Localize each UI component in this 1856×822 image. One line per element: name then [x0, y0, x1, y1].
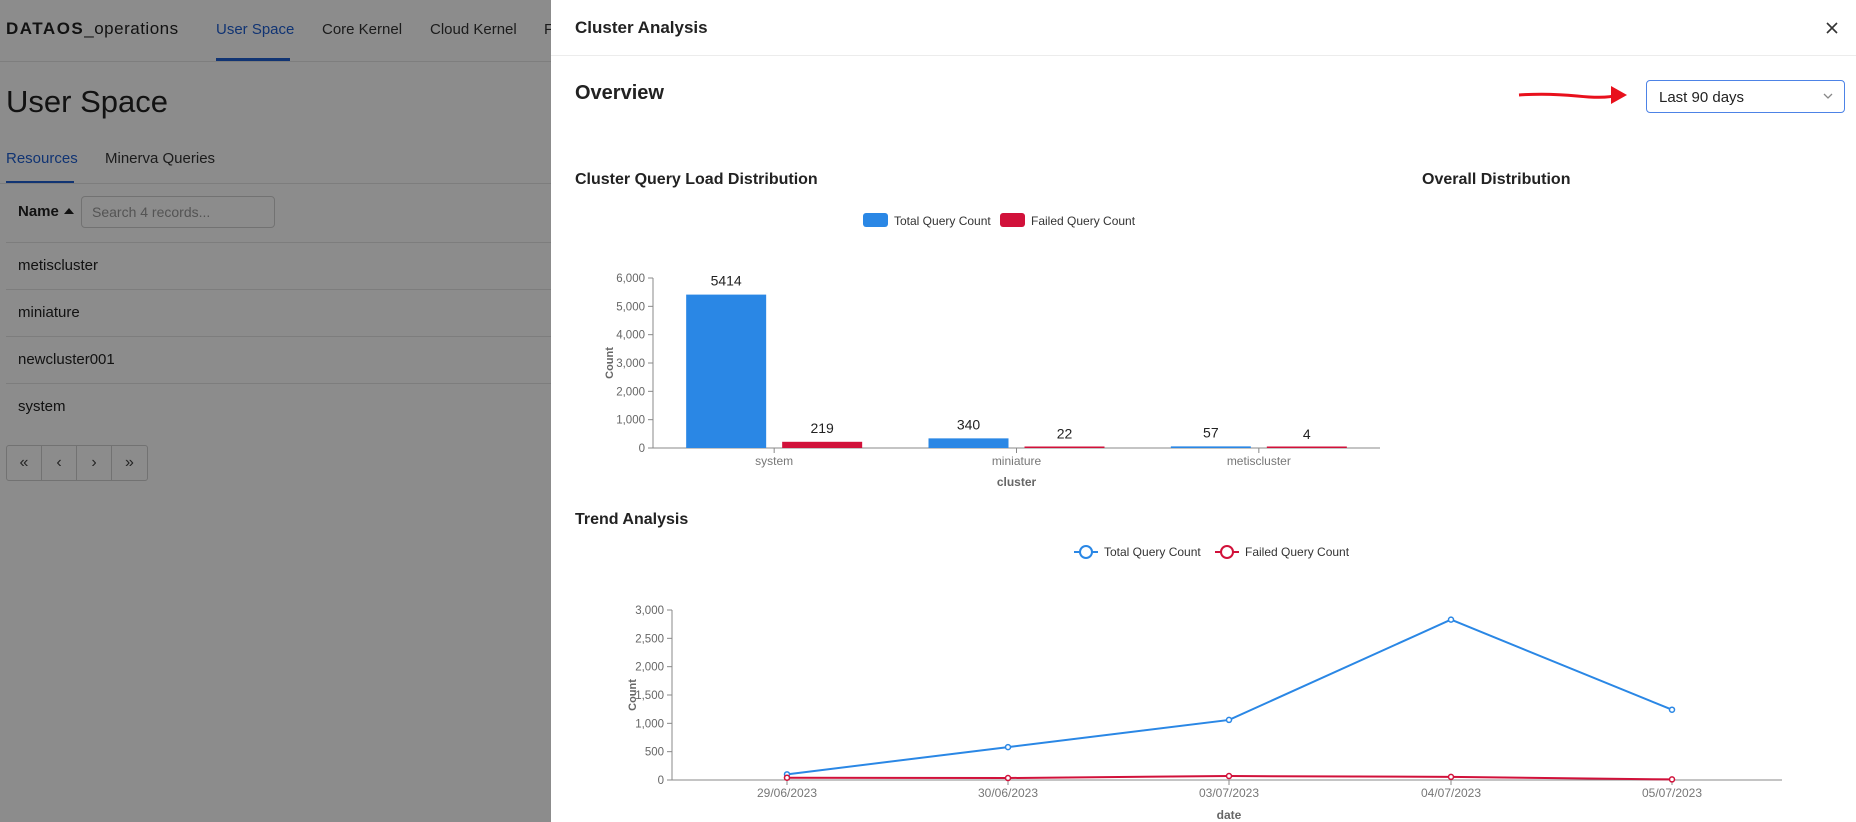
- y-tick-label: 1,000: [635, 718, 664, 730]
- data-point: [1668, 706, 1676, 713]
- x-tick-label: 30/06/2023: [978, 786, 1038, 800]
- legend-label: Total Query Count: [894, 214, 991, 228]
- y-tick-label: 2,000: [635, 662, 664, 674]
- y-axis-title: Count: [604, 347, 616, 379]
- legend-label: Failed Query Count: [1031, 214, 1136, 228]
- close-button[interactable]: [1822, 18, 1842, 38]
- drawer-header: Cluster Analysis: [551, 0, 1856, 56]
- data-point: [1447, 616, 1455, 623]
- bar: [1170, 446, 1251, 448]
- y-tick-label: 0: [658, 775, 664, 787]
- data-point: [783, 774, 791, 781]
- y-tick-label: 4,000: [616, 330, 645, 342]
- x-tick-label: 05/07/2023: [1642, 786, 1702, 800]
- cluster-analysis-drawer: Cluster Analysis Overview Last 90 days C…: [551, 0, 1856, 822]
- bar-value-label: 22: [1057, 425, 1073, 441]
- bar-value-label: 219: [810, 420, 834, 436]
- y-tick-label: 1,000: [616, 415, 645, 427]
- drawer-title: Cluster Analysis: [575, 18, 708, 37]
- y-tick-label: 2,000: [616, 386, 645, 398]
- x-tick-label: metiscluster: [1227, 454, 1291, 468]
- legend-label: Failed Query Count: [1245, 545, 1350, 559]
- legend-label: Total Query Count: [1104, 545, 1201, 559]
- y-axis-title: Count: [627, 679, 639, 711]
- x-tick-label: 29/06/2023: [757, 786, 817, 800]
- bar-value-label: 5414: [711, 273, 742, 289]
- x-tick-label: 04/07/2023: [1421, 786, 1481, 800]
- legend-swatch: [863, 213, 888, 227]
- line-chart: Total Query Count Failed Query Count 0 500 1…: [627, 545, 1782, 822]
- y-tick-label: 500: [645, 747, 664, 759]
- y-tick-label: 6,000: [616, 273, 645, 285]
- x-axis-title: date: [1217, 808, 1242, 822]
- bar-value-label: 57: [1203, 424, 1219, 440]
- close-icon: [1826, 22, 1838, 34]
- series-line: [786, 618, 1673, 776]
- red-arrow-icon: [1518, 86, 1627, 104]
- legend-marker: [1079, 545, 1093, 559]
- data-point: [1004, 774, 1012, 782]
- y-tick-label: 2,500: [635, 633, 664, 645]
- time-range-value: Last 90 days: [1659, 89, 1745, 106]
- y-tick-label: 1,500: [635, 690, 664, 702]
- bar: [928, 438, 1009, 448]
- bar-value-label: 340: [957, 416, 981, 432]
- bar-chart-title: Cluster Query Load Distribution: [575, 171, 818, 188]
- y-tick-label: 5,000: [616, 301, 645, 313]
- data-point: [1004, 743, 1012, 751]
- data-point: [1225, 716, 1233, 724]
- x-tick-label: 03/07/2023: [1199, 786, 1259, 800]
- legend-marker: [1220, 545, 1234, 559]
- legend-swatch: [1000, 213, 1025, 227]
- y-tick-label: 3,000: [635, 605, 664, 617]
- bar-chart: Total Query Count Failed Query Count 0 1,00…: [604, 213, 1380, 489]
- data-point: [1447, 773, 1455, 781]
- chevron-down-icon: [1823, 93, 1833, 99]
- x-tick-label: miniature: [992, 454, 1042, 468]
- y-tick-label: 3,000: [616, 358, 645, 370]
- overview-heading: Overview: [575, 82, 664, 104]
- data-point: [1225, 772, 1233, 780]
- x-axis-title: cluster: [997, 475, 1037, 489]
- bar: [686, 294, 767, 448]
- data-point: [1668, 776, 1676, 783]
- pie-chart-title: Overall Distribution: [1422, 171, 1571, 188]
- bar: [782, 441, 863, 448]
- pie-chart: systemminiaturemetiscluster: [1391, 195, 1856, 435]
- bar: [1024, 446, 1105, 448]
- trend-chart-title: Trend Analysis: [575, 511, 689, 528]
- bar-value-label: 4: [1303, 426, 1311, 442]
- y-tick-label: 0: [639, 443, 645, 455]
- time-range-select[interactable]: Last 90 days: [1646, 80, 1845, 113]
- bar: [1266, 446, 1347, 448]
- x-tick-label: system: [755, 454, 793, 468]
